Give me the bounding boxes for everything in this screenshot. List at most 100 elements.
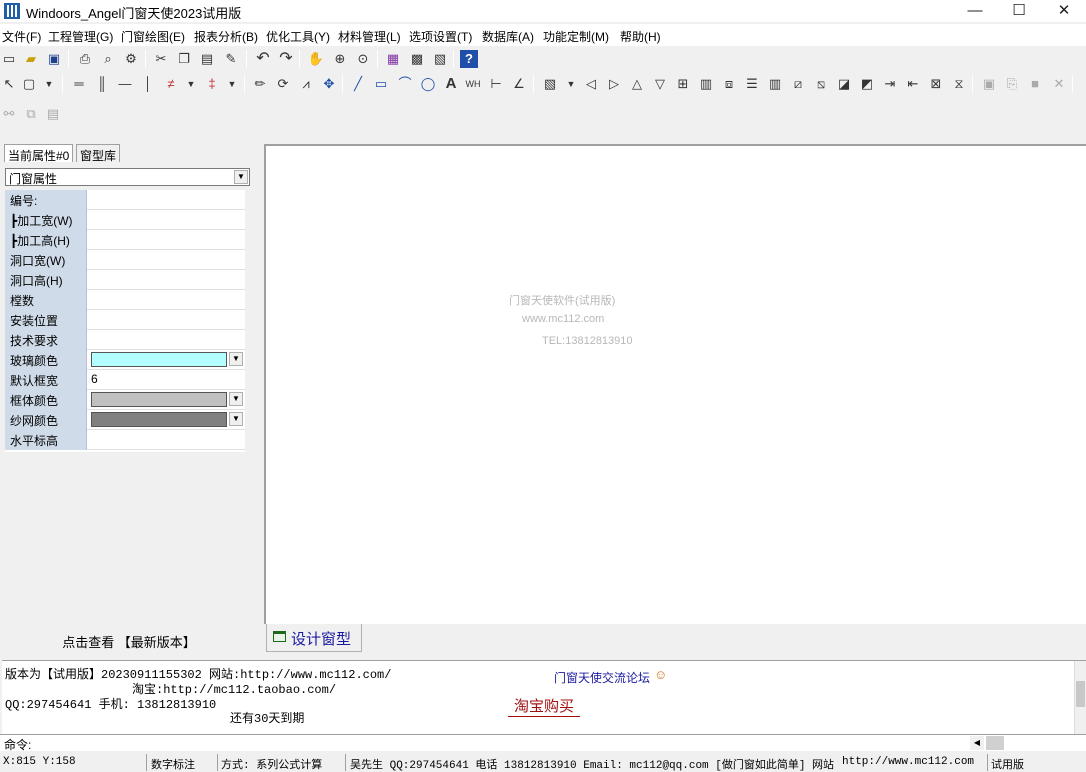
menu-material[interactable]: 材料管理(L) — [338, 28, 401, 45]
chevron-down-icon[interactable]: ▼ — [229, 392, 243, 406]
property-row[interactable]: 玻璃颜色 ▼ — [5, 350, 245, 370]
scroll-thumb[interactable] — [1076, 681, 1085, 707]
property-value[interactable] — [88, 330, 245, 350]
property-row[interactable]: 纱网颜色 ▼ — [5, 410, 245, 430]
slide-right-icon[interactable]: ⇥ — [881, 75, 899, 93]
horizontal-bar-icon[interactable]: ═ — [70, 75, 88, 93]
horizontal-mullion-icon[interactable]: — — [116, 75, 134, 93]
arc-tool-icon[interactable]: ⌒ — [396, 75, 414, 93]
pivot-icon[interactable]: ⊠ — [927, 75, 945, 93]
menu-options[interactable]: 选项设置(T) — [409, 28, 472, 45]
menu-project[interactable]: 工程管理(G) — [48, 28, 113, 45]
undo-icon[interactable]: ↶ — [254, 50, 272, 68]
menu-optimize[interactable]: 优化工具(Y) — [266, 28, 330, 45]
property-value[interactable] — [88, 250, 245, 270]
tab-current-properties[interactable]: 当前属性#0 — [4, 144, 74, 163]
mirror-icon[interactable]: ⩘ — [297, 75, 315, 93]
brush-icon[interactable]: ✎ — [222, 50, 240, 68]
fixed-pane-icon[interactable]: ⊞ — [674, 75, 692, 93]
open-folder-icon[interactable]: ▰ — [22, 50, 40, 68]
property-row[interactable]: 技术要求 — [5, 330, 245, 350]
property-value[interactable] — [88, 430, 245, 450]
property-row[interactable]: ┣加工高(H) — [5, 230, 245, 250]
property-row[interactable]: 编号: — [5, 190, 245, 210]
sash-bottom-icon[interactable]: ▽ — [651, 75, 669, 93]
property-row[interactable]: ┣加工宽(W) — [5, 210, 245, 230]
latest-version-link[interactable]: 点击查看 【最新版本】 — [0, 632, 258, 651]
slide-left-icon[interactable]: ⇤ — [904, 75, 922, 93]
menu-file[interactable]: 文件(F) — [2, 28, 41, 45]
hscroll-thumb[interactable] — [986, 736, 1004, 750]
frame-dropdown-icon[interactable]: ▼ — [40, 75, 58, 93]
menu-customize[interactable]: 功能定制(M) — [543, 28, 609, 45]
property-value[interactable]: ▼ — [88, 390, 245, 410]
property-value[interactable]: ▼ — [88, 350, 245, 370]
vertical-mullion-icon[interactable]: │ — [139, 75, 157, 93]
property-row[interactable]: 水平标高 — [5, 430, 245, 450]
copy-icon[interactable]: ❐ — [175, 50, 193, 68]
zoom-window-icon[interactable]: ⊙ — [354, 50, 372, 68]
sash-left-icon[interactable]: ◁ — [582, 75, 600, 93]
frame-tool-icon[interactable]: ▢ — [20, 75, 38, 93]
property-row[interactable]: 默认框宽 6 — [5, 370, 245, 390]
save-icon[interactable]: ▣ — [45, 50, 63, 68]
calculator-icon[interactable]: ▩ — [408, 50, 426, 68]
cut-icon[interactable]: ✂ — [152, 50, 170, 68]
hsplit-dropdown-icon[interactable]: ▼ — [182, 75, 200, 93]
scroll-left-icon[interactable]: ◀ — [970, 736, 984, 750]
zoom-in-icon[interactable]: ⊕ — [331, 50, 349, 68]
glass-icon[interactable]: ▧ — [541, 75, 559, 93]
color-swatch[interactable] — [91, 412, 227, 427]
horizontal-split-icon[interactable]: ≠ — [162, 75, 180, 93]
tab-window-library[interactable]: 窗型库 — [76, 144, 121, 163]
property-value[interactable] — [88, 310, 245, 330]
pointer-icon[interactable]: ↖ — [0, 75, 18, 93]
text-tool-icon[interactable]: A — [442, 75, 460, 93]
property-row[interactable]: 安装位置 — [5, 310, 245, 330]
sliding-icon[interactable]: ▥ — [766, 75, 784, 93]
property-row[interactable]: 洞口宽(W) — [5, 250, 245, 270]
paste-icon[interactable]: ▤ — [198, 50, 216, 68]
redo-icon[interactable]: ↷ — [277, 50, 295, 68]
dimension-wh-icon[interactable]: WH — [464, 75, 482, 93]
close-button[interactable]: ✕ — [1042, 0, 1086, 22]
vertical-split-icon[interactable]: ‡ — [203, 75, 221, 93]
louver-icon[interactable]: ☰ — [743, 75, 761, 93]
sash-top-icon[interactable]: △ — [628, 75, 646, 93]
menu-database[interactable]: 数据库(A) — [482, 28, 534, 45]
maximize-button[interactable]: ☐ — [997, 0, 1041, 22]
property-value[interactable]: 6 — [88, 370, 245, 390]
property-type-select[interactable]: 门窗属性 ▼ — [5, 168, 250, 186]
color-swatch[interactable] — [91, 352, 227, 367]
sash-right-icon[interactable]: ▷ — [605, 75, 623, 93]
taobao-buy-link[interactable]: 淘宝购买 — [508, 695, 581, 717]
pencil-icon[interactable]: ✏ — [251, 75, 269, 93]
property-value[interactable] — [88, 210, 245, 230]
awning-icon[interactable]: ◩ — [858, 75, 876, 93]
tab-design-window[interactable]: 设计窗型 — [266, 624, 362, 652]
property-row[interactable]: 洞口高(H) — [5, 270, 245, 290]
print-preview-icon[interactable]: ⌕ — [99, 50, 117, 68]
rotate-icon[interactable]: ⟳ — [274, 75, 292, 93]
menu-drawing[interactable]: 门窗绘图(E) — [121, 28, 185, 45]
hand-tool-icon[interactable]: ✋ — [307, 50, 325, 68]
tilt-icon[interactable]: ⧅ — [812, 75, 830, 93]
line-tool-icon[interactable]: ╱ — [349, 75, 367, 93]
report-icon[interactable]: ▧ — [431, 50, 449, 68]
chevron-down-icon[interactable]: ▼ — [229, 412, 243, 426]
dimension-tool-icon[interactable]: ⊢ — [487, 75, 505, 93]
print-icon[interactable]: ⎙ — [76, 50, 94, 68]
casement-icon[interactable]: ⧄ — [789, 75, 807, 93]
info-scrollbar[interactable] — [1074, 661, 1086, 735]
menu-help[interactable]: 帮助(H) — [620, 28, 661, 45]
glass-dropdown-icon[interactable]: ▼ — [562, 75, 580, 93]
color-swatch[interactable] — [91, 392, 227, 407]
property-value[interactable] — [88, 270, 245, 290]
help-icon[interactable]: ? — [460, 50, 478, 68]
hopper-icon[interactable]: ◪ — [835, 75, 853, 93]
vsplit-dropdown-icon[interactable]: ▼ — [223, 75, 241, 93]
new-file-icon[interactable]: ▭ — [0, 50, 18, 68]
property-value[interactable] — [88, 190, 245, 210]
rectangle-tool-icon[interactable]: ▭ — [372, 75, 390, 93]
chevron-down-icon[interactable]: ▼ — [234, 170, 248, 184]
